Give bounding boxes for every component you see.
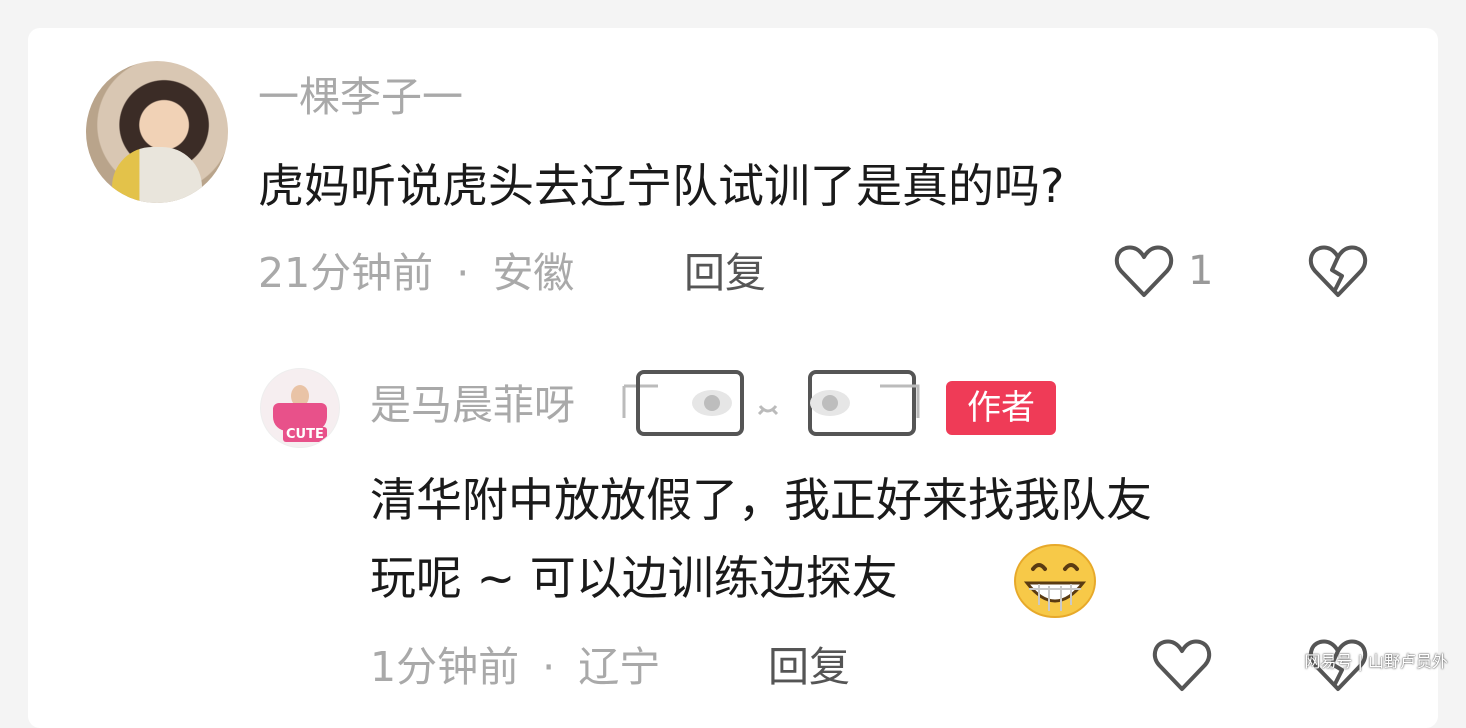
comment-location: 安徽 [492, 249, 574, 297]
grinning-face-icon [1013, 543, 1097, 619]
reply-reply-button[interactable]: 回复 [768, 642, 850, 692]
meta-separator: · [456, 249, 469, 297]
reply-button[interactable]: 回复 [684, 248, 766, 298]
replier-avatar[interactable]: CUTE [260, 368, 340, 448]
watermark: 网易号 | 山野卢员外 [1304, 652, 1448, 672]
replier-name: 是马晨菲呀 [370, 381, 575, 429]
commenter-avatar[interactable] [86, 61, 228, 203]
reply-time: 1分钟前 [370, 643, 519, 691]
reply-text-line1: 清华附中放放假了，我正好来找我队友 [370, 464, 1152, 536]
heart-icon[interactable] [1150, 634, 1214, 698]
commenter-username[interactable]: 一棵李子一 [258, 72, 463, 122]
meta-separator: · [542, 643, 555, 691]
reply-text-line2: 玩呢 ~ 可以边训练边探友 [370, 542, 898, 614]
avatar-cute-label: CUTE [283, 427, 327, 442]
eyes-kaomoji-icon [618, 366, 938, 438]
comment-time: 21分钟前 [258, 249, 433, 297]
reply-meta: 1分钟前 · 辽宁 [370, 642, 660, 692]
reply-location: 辽宁 [578, 643, 660, 691]
comment-text: 虎妈听说虎头去辽宁队试训了是真的吗? [258, 150, 1064, 222]
avatar-photo [112, 147, 202, 203]
like-count: 1 [1188, 246, 1213, 296]
broken-heart-icon[interactable] [1306, 240, 1370, 304]
replier-username[interactable]: 是马晨菲呀 [370, 380, 575, 430]
heart-icon[interactable] [1112, 240, 1176, 304]
comment-meta: 21分钟前 · 安徽 [258, 248, 574, 298]
author-badge: 作者 [946, 381, 1056, 435]
